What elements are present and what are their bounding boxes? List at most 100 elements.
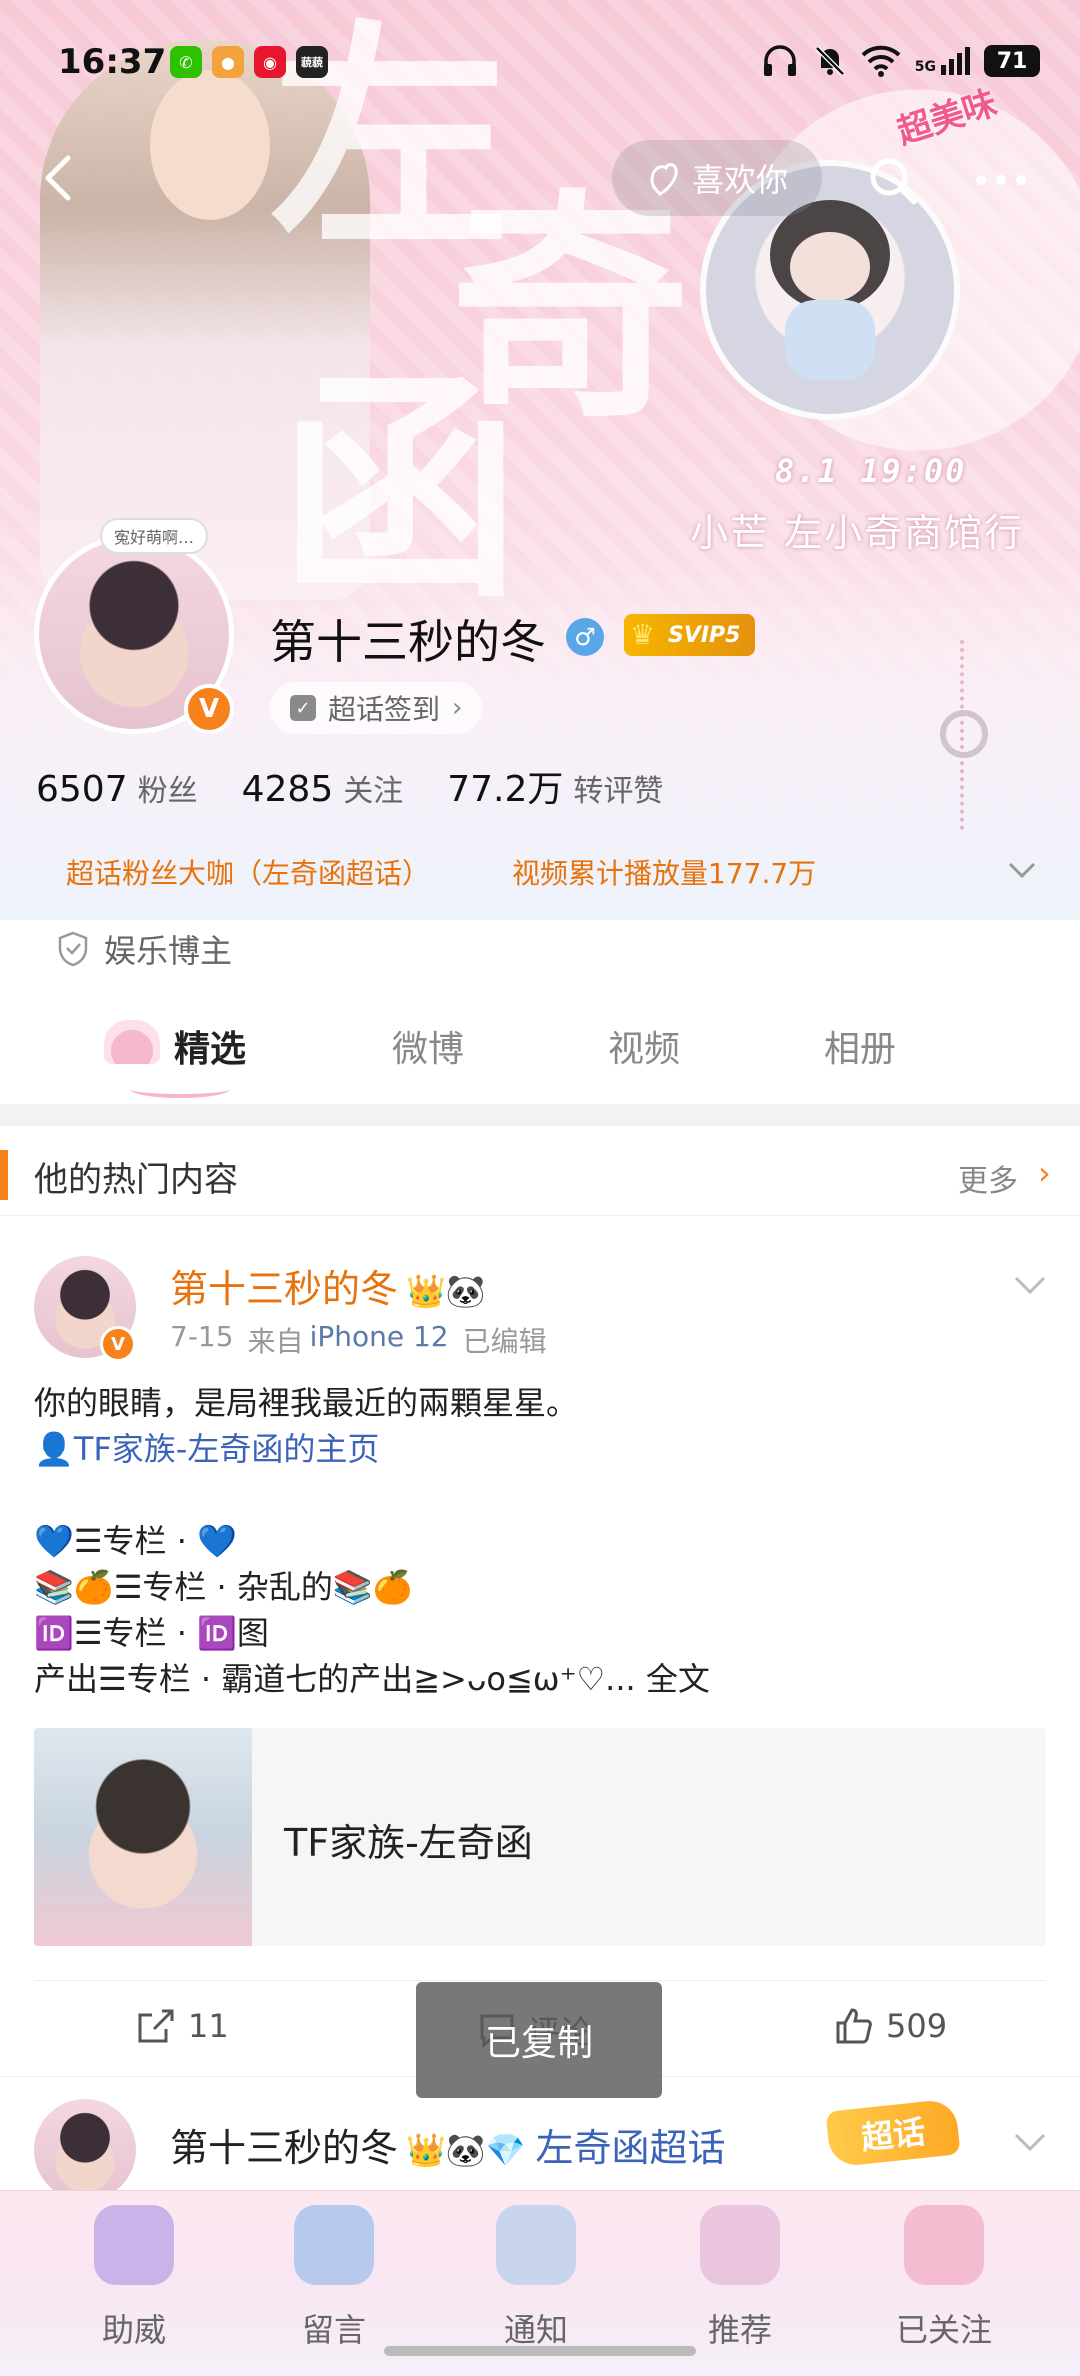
post-author-label: 第十三秒的冬 (170, 1267, 399, 1311)
notify-button[interactable]: 通知 (456, 2205, 616, 2355)
wifi-icon (861, 45, 901, 77)
message-board-label: 留言 (301, 2311, 366, 2349)
post-column-link[interactable]: 产出☰专栏 · 霸道七的产出≧>ᴗo≦ω⁺♡... 全文 (34, 1656, 1044, 1702)
profile-stats: 6507 粉丝 4285 关注 77.2万 转评赞 (36, 760, 663, 812)
more-link[interactable]: 更多 (958, 1156, 1018, 1200)
post-column-link[interactable]: 💙☰专栏 · 💙 (34, 1518, 1044, 1564)
cheer-button[interactable]: 助威 (54, 2205, 214, 2355)
system-icons: 5G 71 (761, 44, 1040, 78)
checkin-label: 超话签到 (328, 693, 441, 726)
mute-bell-icon (814, 46, 845, 76)
creator-tag[interactable]: 娱乐博主 (56, 926, 232, 972)
honor-row: 超话粉丝大咖（左奇函超话） 视频累计播放量177.7万 (66, 852, 816, 892)
following-count: 4285 (241, 769, 334, 810)
post-column-link[interactable]: 🆔☰专栏 · 🆔图 (34, 1610, 1044, 1656)
post-date: 7-15 (170, 1320, 234, 1353)
banner-date: 8.1 19:00 (775, 452, 967, 490)
supertopic-badge: 超话 (825, 2098, 961, 2168)
author-emoji-badges: 👑🐼💎 (406, 2131, 526, 2169)
honor-supertopic-fan[interactable]: 超话粉丝大咖（左奇函超话） (66, 852, 430, 892)
post-source[interactable]: iPhone 12 (310, 1320, 449, 1360)
post-edited: 已编辑 (462, 1325, 547, 1358)
supertopic-checkin-button[interactable]: ✓ 超话签到 › (270, 682, 483, 734)
star-icon (294, 2205, 374, 2285)
box-icon (700, 2205, 780, 2285)
supertopic-link[interactable]: 左奇函超话 (536, 2126, 726, 2170)
creator-tag-label: 娱乐博主 (104, 932, 233, 970)
post-meta: 7-15 来自 iPhone 12 已编辑 (170, 1320, 547, 1360)
following-button[interactable]: 已关注 (864, 2205, 1024, 2355)
battery-indicator: 71 (984, 45, 1040, 77)
post-line: 你的眼睛，是局裡我最近的兩顆星星。 (34, 1384, 579, 1422)
tab-featured[interactable]: 精选 (174, 1020, 246, 1072)
notify-label: 通知 (503, 2311, 568, 2349)
home-indicator[interactable] (384, 2346, 696, 2356)
repost-button[interactable]: 11 (136, 2007, 229, 2045)
post-mention-link[interactable]: 👤TF家族-左奇函的主页 (34, 1426, 1044, 1472)
more-icon[interactable] (966, 150, 1036, 210)
link-card[interactable]: TF家族-左奇函 (34, 1728, 1046, 1946)
following-stat[interactable]: 4285 关注 (242, 766, 404, 810)
like-you-button[interactable]: 喜欢你 (612, 140, 822, 216)
thumbs-up-icon (836, 2008, 872, 2044)
post-author-name[interactable]: 第十三秒的冬 👑🐼 (170, 1258, 486, 1313)
shell-decoration-icon (104, 1020, 160, 1064)
chevron-down-icon[interactable] (1010, 1270, 1050, 1302)
banner-doll-body (785, 300, 875, 380)
back-arrow-icon[interactable] (30, 148, 90, 208)
tab-album[interactable]: 相册 (824, 1020, 896, 1072)
svip-badge[interactable]: ♛ SVIP5 (624, 614, 755, 656)
wechat-icon: ✆ (170, 46, 202, 78)
heart-jar-icon (904, 2205, 984, 2285)
scroll-icon (496, 2205, 576, 2285)
like-you-label: 喜欢你 (691, 161, 788, 199)
tab-video[interactable]: 视频 (608, 1020, 680, 1072)
link-card-title: TF家族-左奇函 (284, 1821, 533, 1865)
svip-label: SVIP5 (668, 622, 741, 648)
like-button[interactable]: 509 (834, 2007, 947, 2045)
verified-badge-icon: V (100, 1326, 136, 1362)
honor-video-plays[interactable]: 视频累计播放量177.7万 (512, 852, 816, 892)
crown-icon (94, 2205, 174, 2285)
hot-content-header: 他的热门内容 更多 › (0, 1126, 1080, 1216)
banner-event: 小芒 左小奇商馆行 (690, 511, 1025, 555)
app-icon: ● (212, 46, 244, 78)
calendar-check-icon: ✓ (290, 695, 316, 721)
post-author-name[interactable]: 第十三秒的冬 👑🐼💎 左奇函超话 (170, 2117, 726, 2172)
app-icon: 藐藐 (296, 46, 328, 78)
following-label: 已关注 (895, 2311, 992, 2349)
key-icon (940, 710, 988, 758)
engagement-label: 转评赞 (573, 774, 664, 809)
chevron-right-icon[interactable]: › (1038, 1154, 1051, 1192)
status-time: 16:37 (58, 42, 167, 82)
hot-content-title: 他的热门内容 (34, 1160, 238, 1200)
search-icon[interactable] (862, 150, 922, 210)
verified-badge-icon: V (184, 684, 234, 734)
post-author-label: 第十三秒的冬 (170, 2126, 399, 2170)
hand-heart-icon (650, 163, 678, 196)
post-column-link[interactable]: 📚🍊☰专栏 · 杂乱的📚🍊 (34, 1564, 1044, 1610)
recommend-button[interactable]: 推荐 (660, 2205, 820, 2355)
section-accent-bar (0, 1150, 8, 1200)
followers-stat[interactable]: 6507 粉丝 (36, 766, 198, 810)
crown-icon: ♛ (630, 618, 656, 651)
post-source-prefix: 来自 (247, 1325, 304, 1358)
share-icon (138, 2009, 174, 2043)
following-label: 关注 (343, 774, 404, 809)
avatar-bubble: 寃好萌啊… (100, 518, 209, 554)
chevron-right-icon: › (452, 693, 463, 723)
engagement-stat[interactable]: 77.2万 转评赞 (447, 760, 663, 812)
tab-weibo[interactable]: 微博 (392, 1020, 464, 1072)
chevron-down-icon[interactable] (1010, 2127, 1050, 2159)
section-separator (0, 1104, 1080, 1126)
cell-signal-icon: 5G (915, 47, 970, 75)
chevron-down-icon[interactable] (1002, 850, 1042, 890)
post-body: 你的眼睛，是局裡我最近的兩顆星星。 👤TF家族-左奇函的主页 💙☰专栏 · 💙 … (34, 1380, 1044, 1702)
weibo-icon: ◉ (254, 46, 286, 78)
followers-label: 粉丝 (137, 774, 198, 809)
bow-decoration (130, 1080, 230, 1098)
male-gender-icon: ♂ (566, 618, 604, 656)
post-author-avatar[interactable] (34, 2099, 136, 2201)
post-card[interactable]: V 第十三秒的冬 👑🐼 7-15 来自 iPhone 12 已编辑 你的眼睛，是局… (0, 1216, 1080, 2076)
message-board-button[interactable]: 留言 (254, 2205, 414, 2355)
